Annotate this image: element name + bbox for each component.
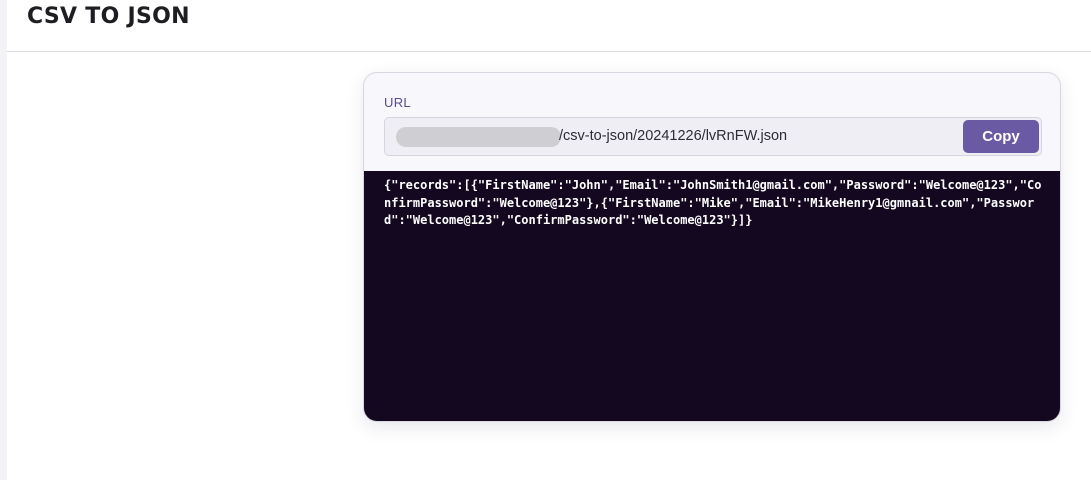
json-output-panel[interactable]: {"records":[{"FirstName":"John","Email":… (364, 171, 1060, 421)
page: CSV TO JSON URL /csv-to-json/20241226/lv… (7, 0, 1091, 480)
page-title: CSV TO JSON (27, 4, 190, 29)
url-label: URL (384, 95, 411, 110)
result-card: URL /csv-to-json/20241226/lvRnFW.json Co… (363, 72, 1061, 422)
json-output-text: {"records":[{"FirstName":"John","Email":… (384, 178, 1042, 227)
url-value[interactable]: /csv-to-json/20241226/lvRnFW.json (559, 128, 787, 144)
copy-button[interactable]: Copy (963, 120, 1039, 153)
header: CSV TO JSON (7, 0, 1091, 52)
url-redacted-segment (396, 127, 561, 147)
url-field[interactable]: /csv-to-json/20241226/lvRnFW.json Copy (384, 117, 1042, 156)
